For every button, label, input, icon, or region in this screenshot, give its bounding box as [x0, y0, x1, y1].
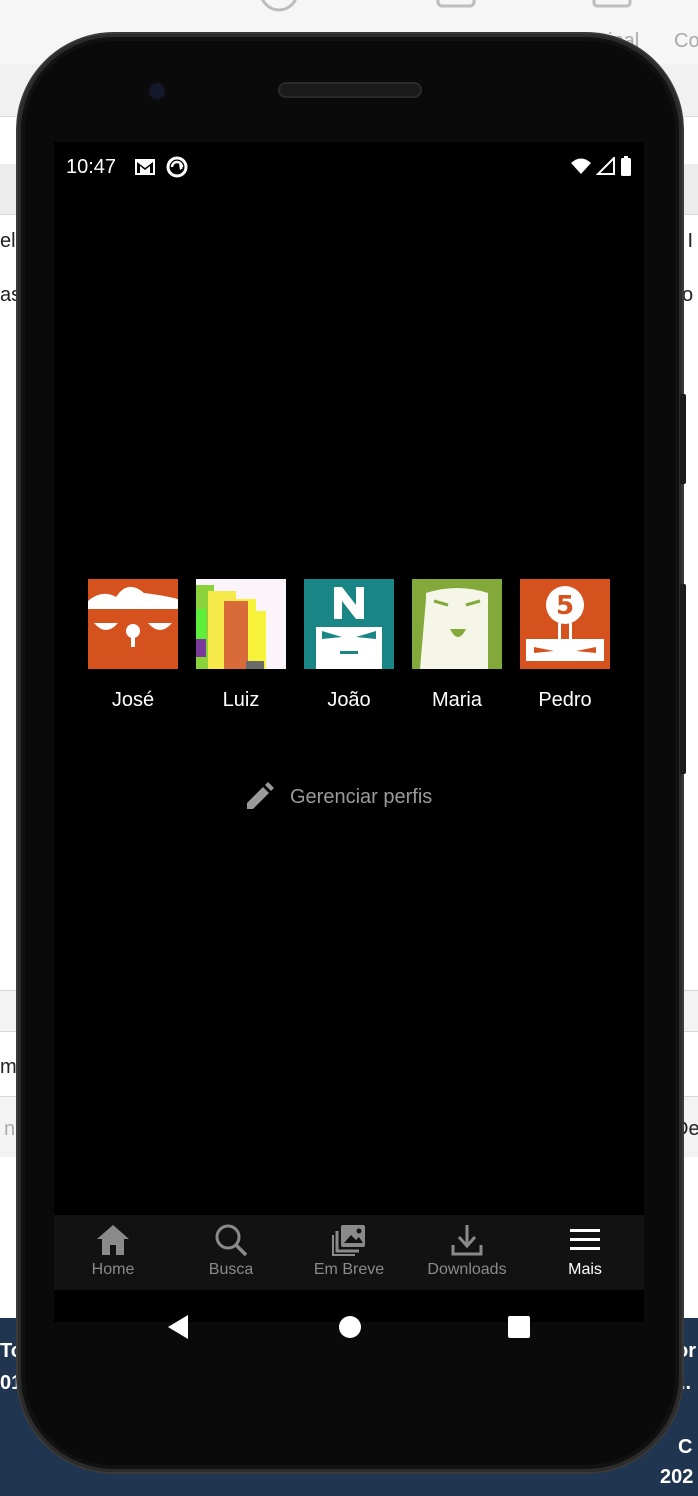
profiles-row: José Luiz João Maria 5 Pedro: [88, 579, 610, 712]
back-icon[interactable]: [166, 1314, 190, 1340]
profile-name: José: [111, 689, 155, 711]
bg-text-fragment: o: [682, 284, 694, 306]
avatar-maria-image: [412, 579, 502, 669]
window-icon: [436, 0, 476, 8]
menu-icon: [570, 1229, 600, 1250]
volume-button: [680, 394, 686, 484]
profile-luiz[interactable]: Luiz: [196, 579, 286, 712]
profile-name: Luiz: [222, 689, 260, 711]
manage-profiles-button[interactable]: Gerenciar perfis: [244, 782, 432, 812]
status-time: 10:47: [66, 156, 117, 178]
document-icon: [592, 0, 632, 8]
bg-text-fragment: 202: [660, 1466, 694, 1488]
avatar-luiz-image: [196, 579, 286, 669]
bottom-navigation: Home Busca Em Breve Downloads Mais: [54, 1215, 644, 1290]
nav-more[interactable]: Mais: [526, 1215, 644, 1290]
app-screen: 10:47 José Luiz João Maria 5 Pedro Geren…: [54, 142, 644, 1339]
coming-soon-icon: [332, 1225, 365, 1256]
system-navigation: [54, 1302, 644, 1352]
avatar-joao[interactable]: [304, 579, 394, 669]
nav-search[interactable]: Busca: [172, 1215, 290, 1290]
profile-joao[interactable]: João: [304, 579, 394, 712]
recents-icon[interactable]: [507, 1315, 531, 1339]
avatar-joao-image: [304, 579, 394, 669]
avatar-jose-image: [88, 579, 178, 669]
bg-text-fragment: C: [678, 1436, 693, 1458]
profile-name: Maria: [431, 689, 482, 711]
nav-label: Downloads: [427, 1261, 507, 1278]
bg-text-fragment: m: [0, 1056, 17, 1078]
avatar-pedro[interactable]: 5: [520, 579, 610, 669]
power-button: [680, 584, 686, 774]
nav-label: Busca: [208, 1261, 254, 1278]
sync-icon: [166, 156, 188, 178]
nav-label: Mais: [568, 1261, 602, 1278]
nav-label: Home: [91, 1261, 135, 1278]
bg-text-fragment: n: [4, 1118, 16, 1140]
avatar-maria[interactable]: [412, 579, 502, 669]
profile-pedro[interactable]: 5 Pedro: [520, 579, 610, 712]
nav-downloads[interactable]: Downloads: [408, 1215, 526, 1290]
home-circle-icon[interactable]: [338, 1315, 362, 1339]
avatar-jose[interactable]: [88, 579, 178, 669]
profile-name: João: [327, 689, 371, 711]
download-icon: [451, 1225, 483, 1256]
manage-profiles-label: Gerenciar perfis: [290, 785, 433, 808]
profile-jose[interactable]: José: [88, 579, 178, 712]
pencil-icon: [247, 782, 274, 809]
svg-text:5: 5: [556, 591, 574, 621]
nav-home[interactable]: Home: [54, 1215, 172, 1290]
nav-coming-soon[interactable]: Em Breve: [290, 1215, 408, 1290]
globe-icon: [261, 0, 297, 12]
status-icons-right: [570, 156, 632, 176]
profile-name: Pedro: [538, 689, 592, 711]
nav-label: Em Breve: [313, 1261, 385, 1278]
status-icons-left: [134, 156, 188, 178]
gmail-icon: [135, 159, 155, 175]
battery-icon: [621, 156, 631, 176]
home-icon: [97, 1225, 129, 1255]
bg-text-fragment: Co: [674, 30, 698, 52]
front-camera: [146, 80, 168, 102]
wifi-icon: [571, 158, 591, 174]
signal-icon: [596, 157, 615, 175]
profile-maria[interactable]: Maria: [412, 579, 502, 712]
avatar-pedro-image: 5: [520, 579, 610, 669]
avatar-luiz[interactable]: [196, 579, 286, 669]
search-icon: [215, 1224, 248, 1257]
earpiece-speaker: [278, 82, 422, 98]
